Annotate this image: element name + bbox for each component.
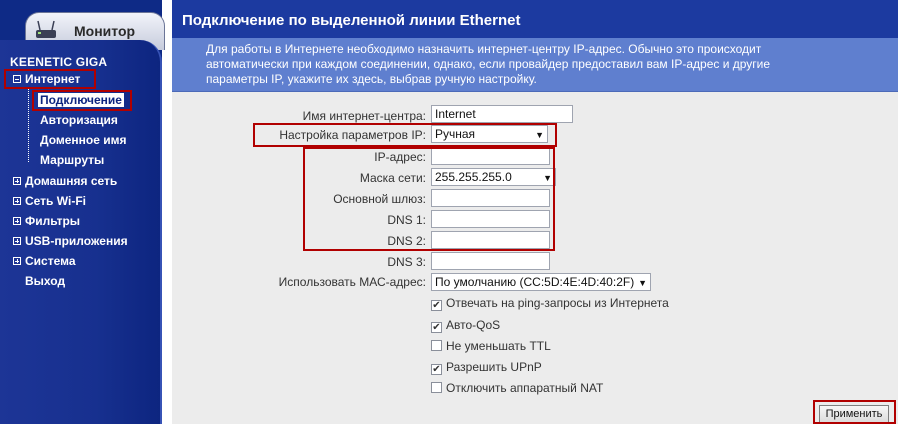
sidebar: Монитор KEENETIC GIGA Интернет Подключен… — [0, 0, 165, 424]
checkbox-empty-icon[interactable] — [431, 382, 442, 393]
nav-item-label: Сеть Wi-Fi — [25, 194, 86, 208]
nav-item-exit[interactable]: Выход — [25, 274, 65, 288]
plus-square-icon — [13, 177, 21, 185]
nav-item-wifi[interactable]: Сеть Wi-Fi — [13, 194, 86, 208]
sub-item-routes[interactable]: Маршруты — [40, 153, 104, 167]
dns3-input[interactable] — [431, 252, 550, 270]
checkbox-auto-qos[interactable]: ✔ Авто-QoS — [431, 318, 500, 333]
highlight-apply — [813, 400, 896, 424]
monitor-label[interactable]: Монитор — [74, 23, 135, 39]
checkbox-label: Отключить аппаратный NAT — [446, 381, 604, 395]
brand-logo: KEENETIC GIGA — [10, 55, 108, 69]
nav-item-filters[interactable]: Фильтры — [13, 214, 80, 228]
info-line: Для работы в Интернете необходимо назнач… — [206, 42, 762, 56]
highlight-ip-mode — [253, 123, 557, 147]
nav-item-usb-apps[interactable]: USB-приложения — [13, 234, 128, 248]
hostname-input[interactable]: Internet — [431, 105, 573, 123]
title-bar: Подключение по выделенной линии Ethernet — [172, 0, 898, 38]
checkmark-icon[interactable]: ✔ — [431, 322, 442, 333]
mac-label: Использовать МАС-адрес: — [278, 275, 426, 289]
nav-item-label: Фильтры — [25, 214, 81, 228]
plus-square-icon — [13, 237, 21, 245]
plus-square-icon — [13, 257, 21, 265]
hostname-label: Имя интернет-центра: — [302, 109, 426, 123]
checkbox-label: Не уменьшать TTL — [446, 339, 551, 353]
triangle-down-icon: ▼ — [638, 278, 647, 288]
checkmark-icon[interactable]: ✔ — [431, 300, 442, 311]
checkbox-empty-icon[interactable] — [431, 340, 442, 351]
nav-item-label: Домашняя сеть — [25, 174, 118, 188]
highlight-connection — [32, 90, 132, 111]
nav-item-system[interactable]: Система — [13, 254, 76, 268]
router-icon — [36, 20, 56, 38]
main-content: Подключение по выделенной линии Ethernet… — [172, 0, 898, 424]
checkbox-label: Разрешить UPnP — [446, 360, 542, 374]
nav-item-home-network[interactable]: Домашняя сеть — [13, 174, 117, 188]
page-title: Подключение по выделенной линии Ethernet — [182, 12, 521, 29]
checkbox-label: Отвечать на ping-запросы из Интернета — [446, 296, 669, 310]
tree-connector — [28, 87, 29, 162]
checkbox-upnp[interactable]: ✔ Разрешить UPnP — [431, 360, 542, 375]
dns3-label: DNS 3: — [387, 255, 426, 269]
checkbox-label: Авто-QoS — [446, 318, 501, 332]
info-line: автоматически при каждом соединении, одн… — [206, 57, 771, 71]
checkbox-keep-ttl[interactable]: Не уменьшать TTL — [431, 339, 551, 353]
highlight-ip-fields — [303, 147, 555, 251]
checkmark-icon[interactable]: ✔ — [431, 364, 442, 375]
sub-item-domain-name[interactable]: Доменное имя — [40, 133, 127, 147]
nav-item-label: USB-приложения — [25, 234, 128, 248]
plus-square-icon — [13, 217, 21, 225]
checkbox-ping-reply[interactable]: ✔ Отвечать на ping-запросы из Интернета — [431, 296, 669, 311]
nav-item-label: Система — [25, 254, 76, 268]
info-line: параметры IP, укажите их здесь, выбрав р… — [206, 72, 537, 86]
sub-item-authorization[interactable]: Авторизация — [40, 113, 118, 127]
highlight-internet — [4, 69, 96, 89]
mac-select[interactable]: По умолчанию (CC:5D:4E:4D:40:2F) ▼ — [431, 273, 651, 291]
checkbox-disable-hw-nat[interactable]: Отключить аппаратный NAT — [431, 381, 603, 395]
info-box: Для работы в Интернете необходимо назнач… — [172, 38, 898, 92]
mac-value: По умолчанию (CC:5D:4E:4D:40:2F) — [435, 275, 635, 289]
plus-square-icon — [13, 197, 21, 205]
